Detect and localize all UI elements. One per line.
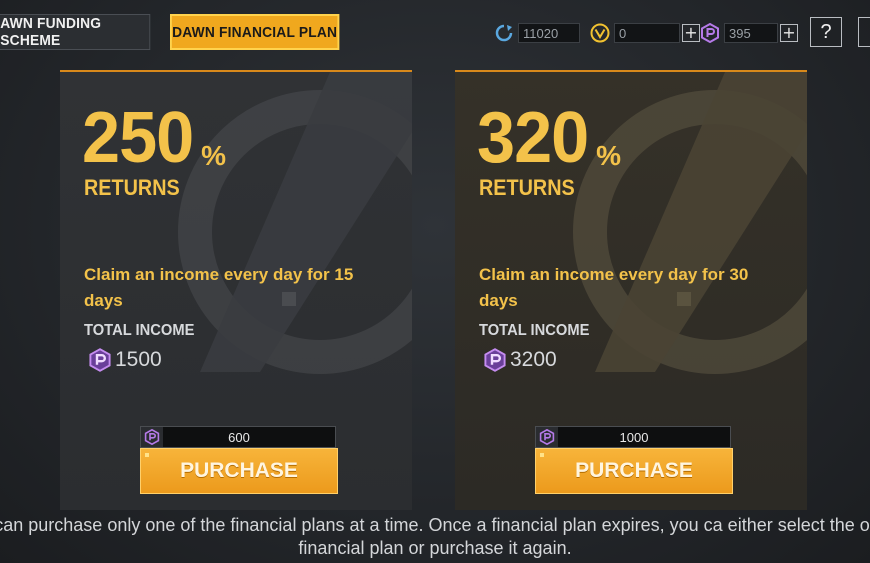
returns-label: RETURNS bbox=[84, 175, 180, 200]
p-coin-icon bbox=[89, 348, 111, 372]
tab-financial-plan[interactable]: DAWN FINANCIAL PLAN bbox=[170, 14, 340, 50]
total-income-value: 1500 bbox=[115, 348, 162, 371]
percent-value: 250 bbox=[82, 98, 194, 178]
premium-value: 395 bbox=[724, 23, 778, 43]
help-label: ? bbox=[820, 20, 832, 43]
purchase-button[interactable]: PURCHASE bbox=[140, 448, 338, 494]
percent-sign: % bbox=[201, 140, 227, 171]
purchase-button[interactable]: PURCHASE bbox=[535, 448, 733, 494]
returns-percent: 250 % bbox=[82, 102, 226, 174]
purchase-label: PURCHASE bbox=[575, 459, 693, 482]
price-bar: 600 bbox=[140, 426, 336, 448]
vcoin-value: 0 bbox=[614, 23, 680, 43]
refresh-credit-icon bbox=[494, 23, 514, 43]
plan-card-2: 320 % RETURNS Claim an income every day … bbox=[455, 70, 807, 510]
tab-funding-scheme[interactable]: AWN FUNDING SCHEME bbox=[0, 14, 151, 50]
tab-label: AWN FUNDING SCHEME bbox=[0, 15, 102, 49]
p-coin-icon bbox=[141, 427, 163, 447]
plan-description: Claim an income every day for 30 days bbox=[479, 265, 749, 310]
purchase-label: PURCHASE bbox=[180, 459, 298, 482]
price-bar: 1000 bbox=[535, 426, 731, 448]
plan-card-1: 250 % RETURNS Claim an income every day … bbox=[60, 70, 412, 510]
v-coin-icon bbox=[590, 23, 610, 43]
premium-counter: 395 + bbox=[700, 22, 798, 44]
plan-description: Claim an income every day for 15 days bbox=[84, 265, 354, 310]
menu-button[interactable] bbox=[858, 17, 870, 47]
price-value: 600 bbox=[228, 429, 250, 445]
add-vcoin-button[interactable]: + bbox=[682, 24, 700, 42]
add-premium-button[interactable]: + bbox=[780, 24, 798, 42]
tab-label: DAWN FINANCIAL PLAN bbox=[172, 23, 338, 41]
returns-percent: 320 % bbox=[477, 102, 621, 174]
credits-counter: 11020 bbox=[494, 22, 580, 44]
button-corner-dot bbox=[540, 453, 544, 457]
total-income: 3200 bbox=[483, 348, 557, 372]
total-income-value: 3200 bbox=[510, 348, 557, 371]
price-value: 1000 bbox=[619, 429, 649, 445]
help-button[interactable]: ? bbox=[810, 17, 842, 47]
percent-sign: % bbox=[596, 140, 622, 171]
percent-value: 320 bbox=[477, 98, 589, 178]
total-income-label: TOTAL INCOME bbox=[84, 322, 195, 339]
plan-info-text: ou can purchase only one of the financia… bbox=[0, 515, 870, 558]
total-income: 1500 bbox=[88, 348, 162, 372]
p-coin-icon bbox=[536, 427, 558, 447]
p-coin-icon bbox=[484, 348, 506, 372]
returns-label: RETURNS bbox=[479, 175, 575, 200]
vcoin-counter: 0 + bbox=[590, 22, 700, 44]
credits-value: 11020 bbox=[518, 23, 580, 43]
total-income-label: TOTAL INCOME bbox=[479, 322, 590, 339]
p-coin-icon bbox=[700, 23, 720, 43]
button-corner-dot bbox=[145, 453, 149, 457]
